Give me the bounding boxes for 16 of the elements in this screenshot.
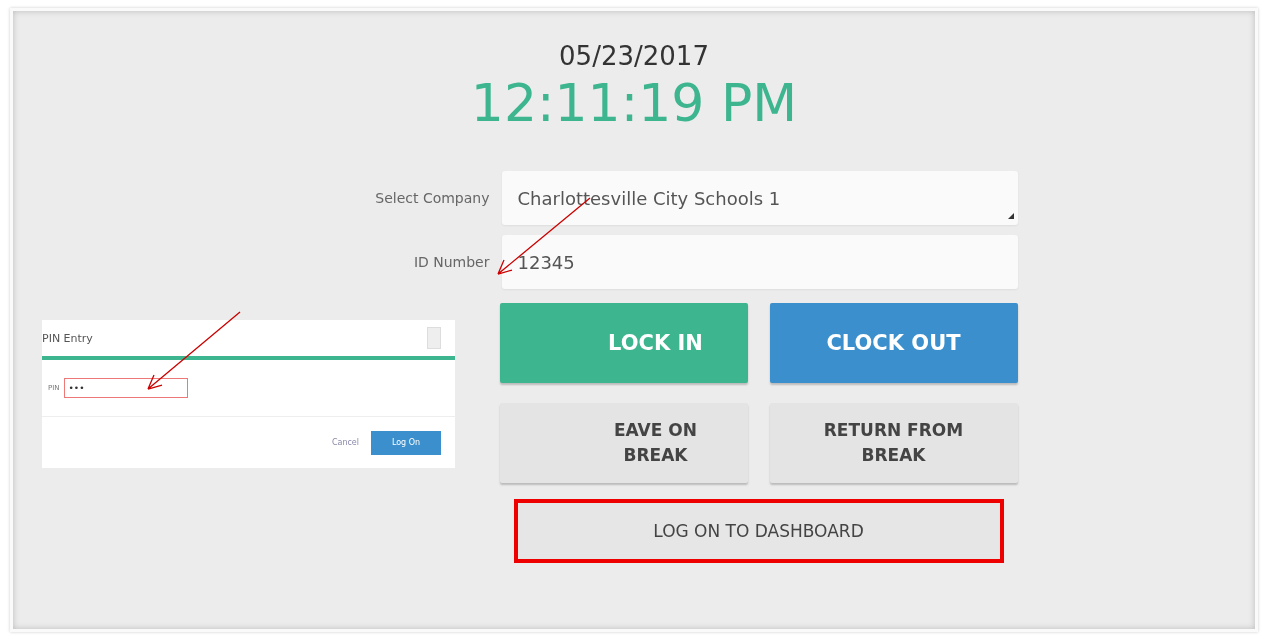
field-label: Select Company [374, 190, 490, 206]
date-text: 05/23/2017 [559, 41, 709, 71]
pin-field[interactable]: ••• [63, 378, 188, 398]
action-button[interactable]: RETURN FROM BREAK [769, 403, 1018, 483]
caret-icon [1007, 213, 1014, 219]
dialog-title: PIN Entry [42, 331, 93, 345]
action-button[interactable]: CLOCK OUT [769, 303, 1018, 383]
close-button[interactable] [427, 327, 441, 349]
dashboard-button[interactable]: LOG ON TO DASHBOARD [517, 503, 1000, 559]
cancel-link[interactable]: Cancel [331, 438, 359, 447]
id-number-field[interactable]: 12345 [501, 235, 1018, 289]
action-button[interactable]: EAVE ON BREAK [499, 403, 748, 483]
company-select[interactable]: Charlottesville City Schools 1 [501, 171, 1018, 225]
field-label: ID Number [412, 254, 490, 270]
clock-time: 12:11:19 PM [470, 73, 798, 133]
log-on-button[interactable]: Log On [371, 430, 441, 455]
